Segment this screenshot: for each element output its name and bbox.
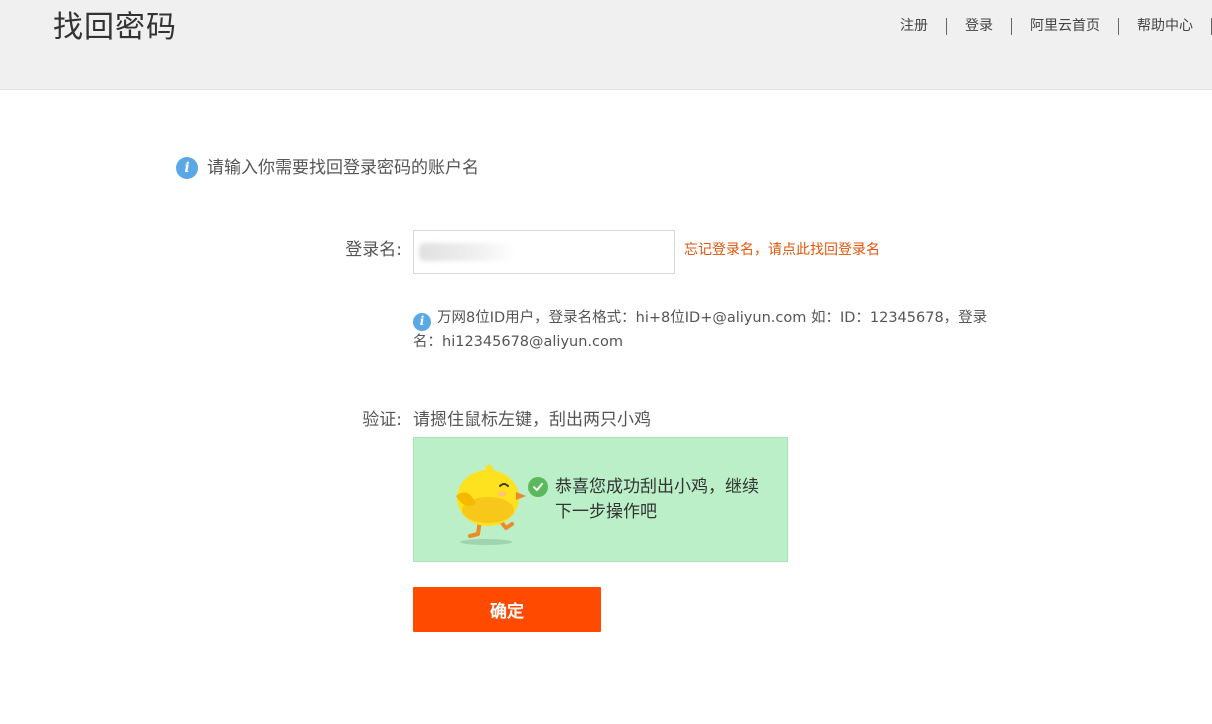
forgot-login-name-link[interactable]: 忘记登录名，请点此找回登录名 (684, 240, 880, 260)
nav-divider (1118, 17, 1119, 35)
nav-aliyun-home-link[interactable]: 阿里云首页 (1030, 16, 1100, 36)
instruction-tip: i 请输入你需要找回登录密码的账户名 (176, 156, 479, 180)
nav-help-center-link[interactable]: 帮助中心 (1137, 16, 1193, 36)
login-format-hint-text: 万网8位ID用户，登录名格式：hi+8位ID+@aliyun.com 如：ID：… (413, 310, 988, 350)
scratch-captcha-area[interactable]: 恭喜您成功刮出小鸡，继续下一步操作吧 (413, 437, 788, 562)
nav-divider (946, 17, 947, 35)
verify-label: 验证: (362, 410, 402, 430)
login-format-hint: i 万网8位ID用户，登录名格式：hi+8位ID+@aliyun.com 如：ID… (413, 307, 1003, 354)
login-name-label: 登录名: (345, 240, 402, 260)
confirm-button[interactable]: 确定 (413, 587, 601, 632)
captcha-success-text: 恭喜您成功刮出小鸡，继续下一步操作吧 (555, 477, 759, 522)
verify-instruction: 请摁住鼠标左键，刮出两只小鸡 (413, 410, 651, 430)
captcha-success-message: 恭喜您成功刮出小鸡，继续下一步操作吧 (528, 475, 768, 525)
page-title: 找回密码 (53, 10, 177, 45)
check-circle-icon (528, 477, 548, 497)
nav-divider (1011, 17, 1012, 35)
chick-icon (456, 464, 526, 545)
nav-login-link[interactable]: 登录 (965, 16, 993, 36)
redacted-text-blur (419, 243, 514, 261)
info-icon: i (413, 312, 431, 331)
page-header: 找回密码 注册 登录 阿里云首页 帮助中心 (0, 0, 1212, 90)
nav-register-link[interactable]: 注册 (900, 16, 928, 36)
info-icon: i (176, 157, 198, 179)
top-nav: 注册 登录 阿里云首页 帮助中心 (900, 16, 1212, 36)
instruction-text: 请输入你需要找回登录密码的账户名 (207, 158, 479, 178)
